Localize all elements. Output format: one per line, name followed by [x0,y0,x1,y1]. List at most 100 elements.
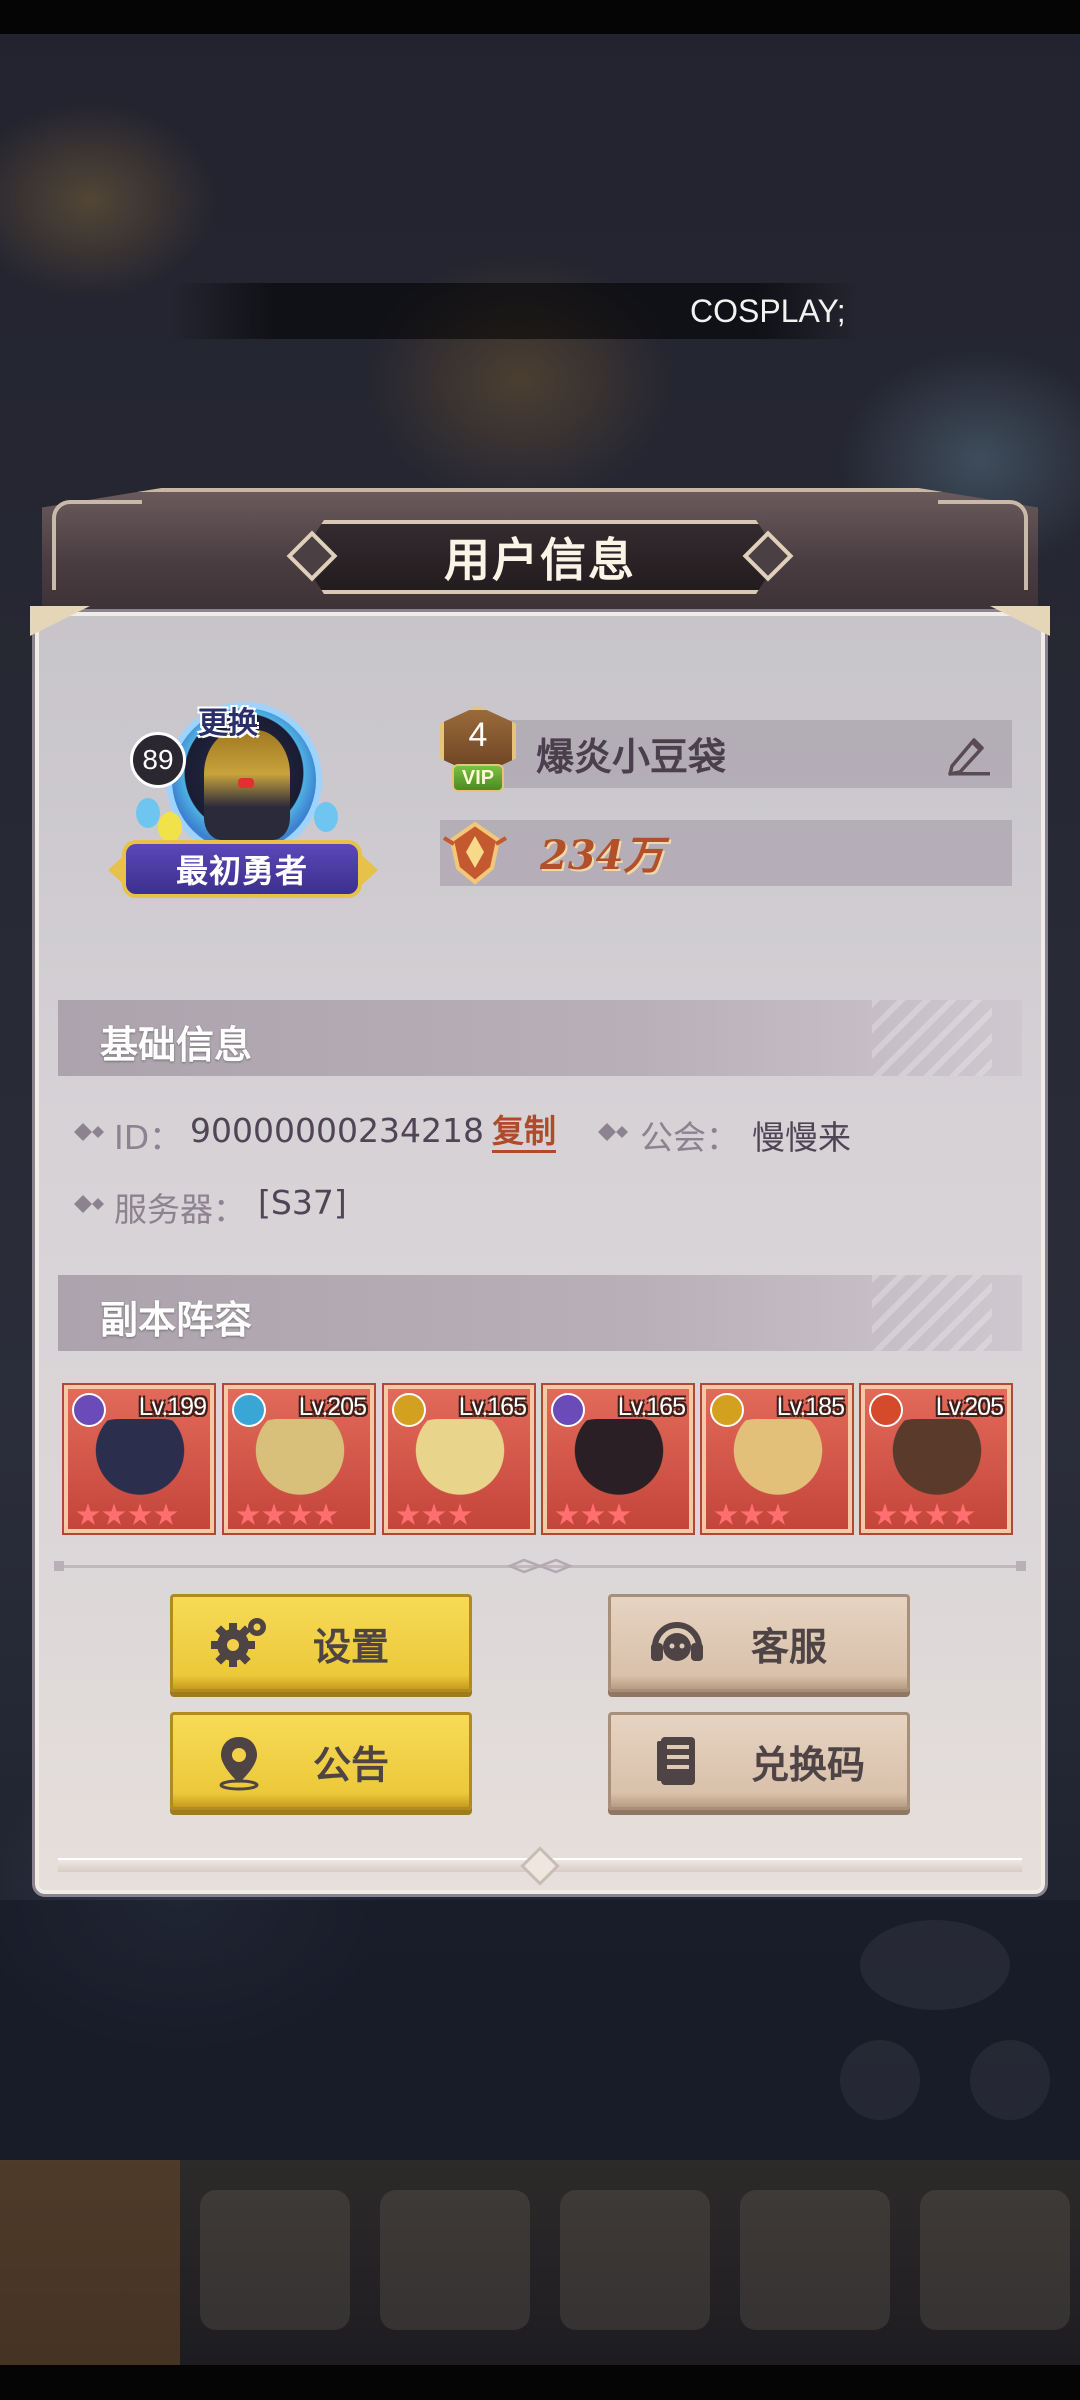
id-value: 90000000234218 [190,1111,484,1150]
level-badge: 89 [130,732,186,788]
nav-slot [560,2190,710,2330]
star-icon [448,1503,472,1525]
avatar-eye [238,778,254,788]
nav-slot-active [0,2160,180,2365]
star-icon [154,1503,178,1525]
system-nav-bar [0,2365,1080,2400]
star-icon [236,1503,260,1525]
customer-service-label: 客服 [751,1624,828,1669]
nav-slot [920,2190,1070,2330]
star-icon [262,1503,286,1525]
location-pin-icon [219,1737,259,1791]
nav-slot [200,2190,350,2330]
id-label: ID： [114,1118,183,1157]
vip-badge: 4 VIP [432,706,524,798]
avatar[interactable]: 更换 89 最初勇者 [108,690,378,910]
hero-level: Lv.165 [458,1393,527,1421]
notice-button[interactable]: 公告 [170,1712,472,1810]
settings-button[interactable]: 设置 [170,1594,472,1692]
hero-portrait [86,1419,194,1509]
headset-icon [651,1622,703,1661]
balloon-icon [314,802,338,832]
hero-stars [76,1503,178,1527]
star-icon [288,1503,312,1525]
hero-card[interactable]: Lv.165 [384,1385,534,1533]
hero-card[interactable]: Lv.205 [861,1385,1011,1533]
hero-card[interactable]: Lv.205 [224,1385,374,1533]
star-icon [76,1503,100,1525]
announcement-marquee: COSPLAY; [170,283,860,339]
star-icon [422,1503,446,1525]
header-corner-ornament [52,500,142,590]
star-icon [951,1503,975,1525]
diamond-bullet-icon [74,1195,104,1213]
light-element-icon [710,1393,744,1427]
customer-service-button[interactable]: 客服 [608,1594,910,1692]
combat-power-icon [442,821,508,885]
hero-stars [236,1503,338,1527]
balloon-icon [136,798,160,828]
hero-portrait [406,1419,514,1509]
hero-portrait [724,1419,832,1509]
star-icon [396,1503,420,1525]
star-icon [314,1503,338,1525]
fire-element-icon [869,1393,903,1427]
hero-stars [396,1503,472,1527]
hero-portrait [246,1419,354,1509]
star-icon [766,1503,790,1525]
hero-portrait [565,1419,673,1509]
diamond-bullet-icon [74,1123,104,1141]
star-icon [925,1503,949,1525]
light-element-icon [392,1393,426,1427]
team-lineup-header: 副本阵容 [58,1275,1022,1351]
divider-ornament [508,1558,572,1574]
star-icon [581,1503,605,1525]
panel-title: 用户信息 [444,533,636,587]
honor-title-ribbon: 最初勇者 [122,840,362,898]
dark-element-icon [551,1393,585,1427]
diamond-bullet-icon [598,1123,628,1141]
notice-label: 公告 [313,1742,390,1787]
star-icon [607,1503,631,1525]
hero-level: Lv.185 [776,1393,845,1421]
hero-stars [555,1503,631,1527]
redeem-code-button[interactable]: 兑换码 [608,1712,910,1810]
hero-card[interactable]: Lv.185 [702,1385,852,1533]
book-icon [657,1737,695,1785]
server-label: 服务器： [114,1190,246,1229]
background-blob [970,2040,1050,2120]
nav-slot [380,2190,530,2330]
section-title: 副本阵容 [100,1298,253,1342]
combat-power-row [440,820,1012,886]
status-bar [0,0,1080,34]
background-blob [860,1920,1010,2010]
avatar-change-button[interactable]: 更换 [198,698,258,742]
vip-level: 4 [468,716,488,754]
dark-element-icon [72,1393,106,1427]
hero-stars [714,1503,790,1527]
nav-slot [740,2190,890,2330]
hero-portrait [883,1419,991,1509]
server-value: [S37] [258,1183,347,1222]
guild-label: 公会： [640,1118,739,1157]
copy-id-button[interactable]: 复制 [492,1112,557,1153]
hero-card[interactable]: Lv.199 [64,1385,214,1533]
star-icon [899,1503,923,1525]
basic-info-header: 基础信息 [58,1000,1022,1076]
ice-element-icon [232,1393,266,1427]
gear-icon [211,1618,266,1667]
hero-level: Lv.199 [138,1393,207,1421]
header-corner-ornament [938,500,1028,590]
combat-power-value: 234万 [540,832,664,879]
hero-card[interactable]: Lv.165 [543,1385,693,1533]
redeem-code-label: 兑换码 [751,1742,866,1787]
divider-end [54,1561,64,1571]
hero-stars [873,1503,975,1527]
edit-pencil-icon[interactable] [944,728,994,778]
background-blob [840,2040,920,2120]
star-icon [714,1503,738,1525]
hero-level: Lv.165 [617,1393,686,1421]
settings-label: 设置 [313,1624,390,1669]
star-icon [128,1503,152,1525]
balloon-icon [158,812,182,842]
